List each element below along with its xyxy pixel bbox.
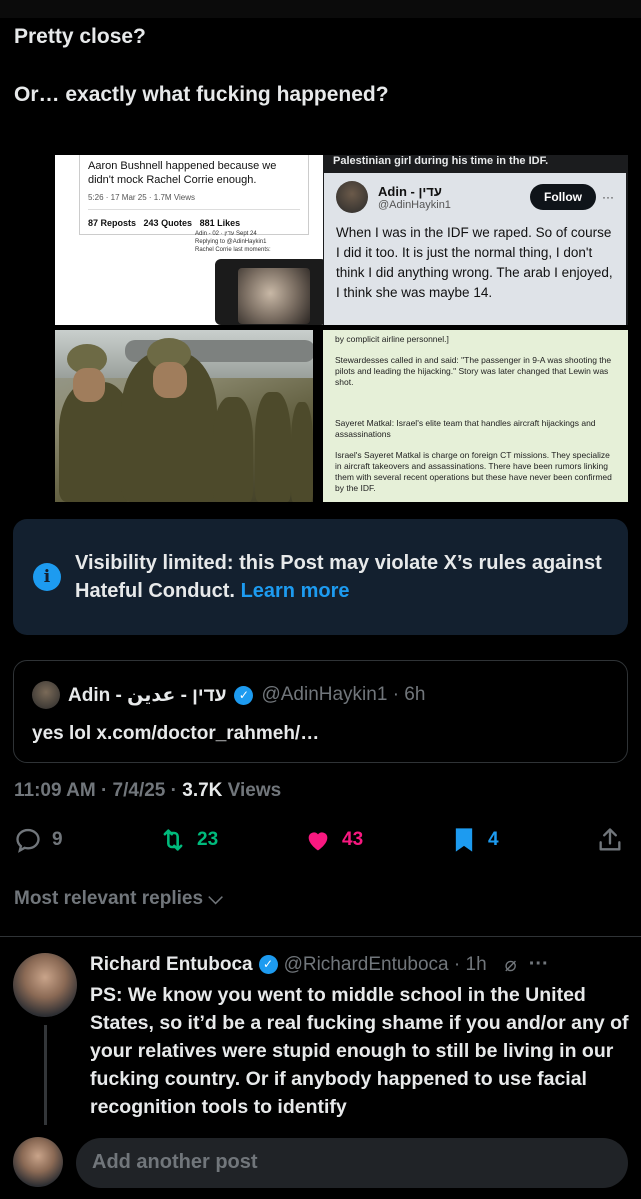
post-line-2: Or… exactly what fucking happened?	[14, 83, 389, 106]
embedded-likes: 881 Likes	[199, 218, 241, 228]
photo-soldier	[213, 397, 253, 502]
photo-soldier	[255, 392, 291, 502]
like-button[interactable]: 43	[304, 826, 363, 854]
screenshot-body: When I was in the IDF we raped. So of co…	[336, 225, 613, 300]
embedded-tweet-meta: 5:26 · 17 Mar 25 · 1.7M Views	[88, 193, 196, 202]
screenshot-more-icon: ···	[602, 190, 614, 204]
post-timestamp: 11:09 AM · 7/4/25 · 3.7K Views	[14, 780, 281, 802]
reply-author-handle[interactable]: @RichardEntuboca · 1h	[284, 954, 487, 976]
document-excerpt: by complicit airline personnel.] Steward…	[323, 330, 628, 502]
doc-paragraph: Israel's Sayeret Matkal is charge on for…	[335, 450, 612, 493]
quoted-name[interactable]: Adin - עדין - عدين	[68, 684, 226, 707]
post-time[interactable]: 11:09 AM · 7/4/25 ·	[14, 780, 182, 801]
media-image-2[interactable]: Palestinian girl during his time in the …	[323, 155, 628, 325]
more-options-icon[interactable]: ···	[529, 953, 549, 976]
chevron-down-icon: ⌵	[208, 888, 223, 909]
embedded-video-thumbnail	[238, 268, 310, 324]
avatar[interactable]	[13, 953, 77, 1017]
screenshot-tweet-card: Adin - עדין @AdinHaykin1 Follow ··· When…	[324, 173, 626, 325]
share-icon	[599, 828, 621, 851]
views-label: Views	[222, 780, 282, 801]
heart-icon	[308, 832, 328, 851]
screenshot-follow-button: Follow	[530, 184, 596, 210]
screenshot-name: Adin - עדין	[378, 183, 442, 199]
doc-paragraph: Stewardesses called in and said: "The pa…	[335, 355, 612, 387]
status-bar	[0, 0, 641, 18]
embedded-tweet-text: Aaron Bushnell happened because we didn'…	[88, 160, 277, 186]
divider	[0, 936, 641, 937]
photo-soldier	[291, 402, 313, 502]
like-count: 43	[342, 829, 364, 850]
reply-button[interactable]: 9	[14, 826, 63, 854]
repost-button[interactable]: 23	[159, 826, 218, 854]
info-icon: i	[33, 563, 61, 591]
reply-sort-label: Most relevant replies	[14, 888, 204, 909]
add-post-input[interactable]: Add another post	[76, 1138, 628, 1188]
photo-face	[73, 368, 105, 402]
embedded-tweet: Aaron Bushnell happened because we didn'…	[79, 155, 309, 235]
embedded-reposts: 87 Reposts	[88, 218, 137, 228]
doc-paragraph: Sayeret Matkal: Israel's elite team that…	[335, 418, 596, 439]
quoted-avatar[interactable]	[32, 681, 60, 709]
current-user-avatar	[13, 1137, 63, 1187]
reply-body: PS: We know you went to middle school in…	[90, 984, 629, 1118]
visibility-notice: i Visibility limited: this Post may viol…	[13, 519, 628, 635]
quoted-post[interactable]: Adin - עדין - عدين ✓ @AdinHaykin1 · 6h y…	[13, 660, 628, 763]
verified-badge-icon: ✓	[258, 955, 278, 974]
post-text: Pretty close? Or… exactly what fucking h…	[14, 22, 626, 138]
action-bar: 9 23 43 4	[14, 826, 626, 860]
photo-face	[153, 362, 187, 398]
screenshot-avatar	[336, 181, 368, 213]
media-image-1[interactable]: Aaron Bushnell happened because we didn'…	[55, 155, 345, 325]
screenshot-handle: @AdinHaykin1	[378, 198, 451, 211]
reply-author-name[interactable]: Richard Entuboca	[90, 954, 253, 976]
reply-count: 9	[52, 829, 63, 850]
embedded-tweet-stats: 87 Reposts 243 Quotes 881 Likes	[88, 209, 300, 230]
quoted-body[interactable]: yes lol x.com/doctor_rahmeh/…	[32, 723, 609, 745]
reply-sort-dropdown[interactable]: Most relevant replies ⌵	[14, 888, 223, 910]
bookmark-count: 4	[488, 829, 499, 850]
reply-composer: Add another post	[0, 1125, 641, 1199]
media-image-4[interactable]: by complicit airline personnel.] Steward…	[323, 330, 628, 502]
embedded-quotes: 243 Quotes	[143, 218, 193, 228]
repost-count: 23	[197, 829, 219, 850]
learn-more-link[interactable]: Learn more	[241, 580, 350, 602]
share-button[interactable]	[596, 826, 624, 854]
quoted-handle[interactable]: @AdinHaykin1 · 6h	[261, 684, 425, 706]
verified-badge-icon: ✓	[234, 685, 254, 705]
screenshot-caption: Palestinian girl during his time in the …	[333, 155, 549, 167]
bookmark-icon	[455, 828, 473, 852]
post-line-1: Pretty close?	[14, 25, 146, 48]
reply-icon	[16, 828, 40, 853]
grok-icon[interactable]: ⌀	[505, 952, 517, 977]
bookmark-button[interactable]: 4	[450, 826, 499, 854]
media-grid[interactable]: Aaron Bushnell happened because we didn'…	[33, 155, 628, 502]
media-image-3[interactable]	[55, 330, 313, 502]
view-count: 3.7K	[182, 780, 223, 801]
repost-icon	[163, 829, 183, 851]
doc-paragraph: by complicit airline personnel.]	[335, 334, 449, 344]
